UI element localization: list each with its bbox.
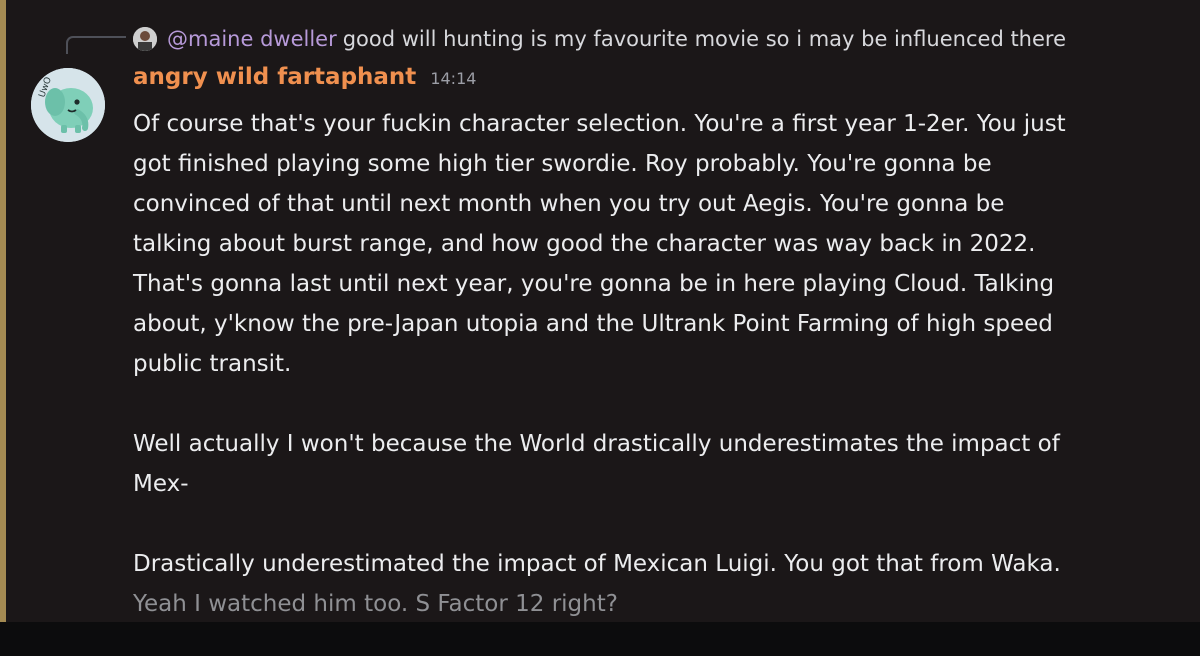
- elephant-avatar-icon: UwO: [31, 68, 105, 142]
- timestamp[interactable]: 14:14: [430, 69, 476, 88]
- message-line: That's gonna last until next year, you'r…: [133, 271, 1055, 297]
- message-line: Mex-: [133, 471, 189, 497]
- message-line: about, y'know the pre-Japan utopia and t…: [133, 311, 1053, 337]
- reply-preview[interactable]: @maine dweller good will hunting is my f…: [133, 26, 1066, 52]
- message-line: public transit.: [133, 351, 292, 377]
- message-line: convinced of that until next month when …: [133, 191, 1005, 217]
- message-line-faded: Yeah I watched him too. S Factor 12 righ…: [133, 591, 618, 617]
- reply-connector-line: [66, 36, 126, 54]
- message-line: Drastically underestimated the impact of…: [133, 551, 1061, 577]
- chat-message-container: @maine dweller good will hunting is my f…: [0, 0, 1200, 622]
- message-line: Well actually I won't because the World …: [133, 431, 1060, 457]
- reply-author-avatar[interactable]: [133, 27, 157, 51]
- reply-text[interactable]: good will hunting is my favourite movie …: [343, 27, 1066, 51]
- message-body: Of course that's your fuckin character s…: [133, 104, 1173, 622]
- reply-mention[interactable]: @maine dweller: [167, 27, 337, 51]
- message-line: Of course that's your fuckin character s…: [133, 111, 1066, 137]
- bottom-edge: [0, 622, 1200, 656]
- message-line: talking about burst range, and how good …: [133, 231, 1036, 257]
- highlight-accent-bar: [0, 0, 6, 622]
- message-header: angry wild fartaphant 14:14: [133, 64, 476, 98]
- username[interactable]: angry wild fartaphant: [133, 64, 416, 90]
- message-line: got finished playing some high tier swor…: [133, 151, 992, 177]
- user-avatar[interactable]: UwO: [31, 68, 105, 142]
